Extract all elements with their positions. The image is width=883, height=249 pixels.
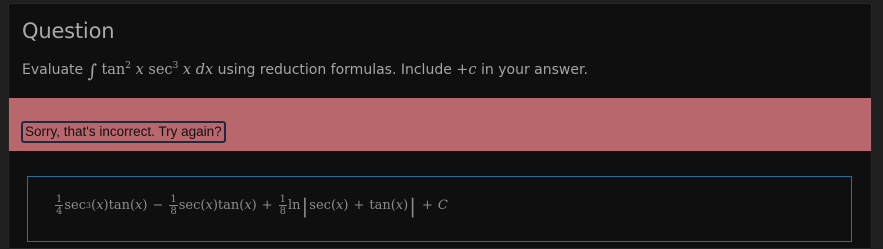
question-prompt: Evaluate ∫ tan2 x sec3 x dx using reduct… <box>22 61 588 82</box>
minus-operator: − <box>152 198 164 213</box>
fraction-one-eighth-a: 1 8 <box>169 194 178 217</box>
plus-operator-1: + <box>261 198 273 213</box>
prompt-middle: using reduction formulas. Include <box>217 62 452 78</box>
answer-expression: 1 4 sec 3(x)tan(x) − 1 8 sec(x)tan(x) + 1… <box>54 194 448 217</box>
feedback-message[interactable]: Sorry, that's incorrect. Try again? <box>21 121 226 143</box>
integral-symbol: ∫ <box>87 61 97 82</box>
plus-c-expression: +c <box>456 62 477 78</box>
fraction-one-eighth-b: 1 8 <box>278 194 288 217</box>
term-sec-cubed-tan: sec 3(x)tan(x) <box>64 198 148 213</box>
plus-operator-2: + <box>421 198 433 213</box>
integrand-expression: tan2 x sec3 x dx <box>101 61 214 79</box>
term-sec-tan: sec(x)tan(x) <box>178 198 257 213</box>
question-card: Question Evaluate ∫ tan2 x sec3 x dx usi… <box>8 3 872 249</box>
feedback-alert: Sorry, that's incorrect. Try again? <box>9 98 871 151</box>
prompt-suffix: in your answer. <box>481 62 588 78</box>
constant-c: C <box>437 198 448 213</box>
question-title: Question <box>22 19 115 43</box>
prompt-prefix: Evaluate <box>22 62 84 78</box>
answer-input[interactable]: 1 4 sec 3(x)tan(x) − 1 8 sec(x)tan(x) + 1… <box>27 176 852 242</box>
fraction-one-quarter: 1 4 <box>55 194 64 217</box>
term-ln-abs: ln | sec(x) + tan(x) | <box>288 193 416 218</box>
